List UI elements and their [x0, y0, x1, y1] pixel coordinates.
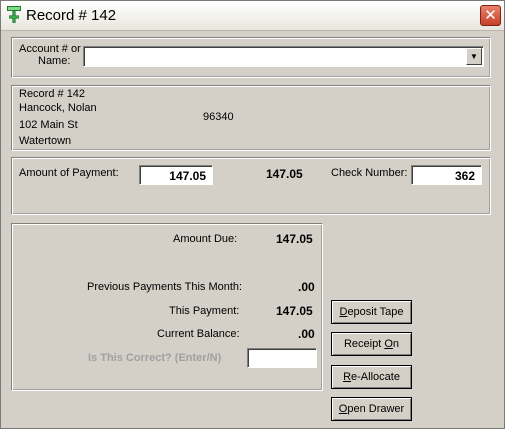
previous-payments-value: .00: [298, 280, 315, 294]
record-window: Record # 142 ✕ Account # or Name: ▼ Reco…: [0, 0, 505, 429]
account-combobox[interactable]: ▼: [83, 46, 484, 67]
dropdown-button[interactable]: ▼: [466, 48, 482, 65]
record-city: Watertown: [19, 135, 72, 147]
record-name: Hancock, Nolan: [19, 102, 97, 114]
amount-due-value: 147.05: [276, 232, 313, 246]
check-number-label: Check Number:: [331, 167, 408, 179]
this-payment-label: This Payment:: [169, 305, 240, 317]
open-drawer-button[interactable]: Open Drawer: [331, 397, 412, 421]
record-app-icon: [6, 6, 22, 24]
close-button[interactable]: ✕: [480, 5, 501, 26]
amount-due-label: Amount Due:: [173, 233, 238, 245]
record-number: Record # 142: [19, 88, 86, 100]
record-street: 102 Main St: [19, 119, 78, 131]
current-balance-value: .00: [298, 327, 315, 341]
chevron-down-icon: ▼: [470, 52, 478, 61]
amount-of-payment-input[interactable]: 147.05: [139, 165, 213, 185]
check-number-input[interactable]: 362: [411, 165, 482, 185]
account-label-line2: Name:: [38, 55, 71, 67]
confirm-input[interactable]: [247, 348, 317, 368]
amount-of-payment-display: 147.05: [266, 167, 303, 181]
window-title: Record # 142: [26, 7, 117, 24]
close-icon: ✕: [484, 6, 497, 24]
previous-payments-label: Previous Payments This Month:: [87, 281, 243, 293]
title-bar[interactable]: Record # 142 ✕: [1, 1, 504, 31]
record-zip: 96340: [203, 111, 234, 123]
this-payment-value: 147.05: [276, 304, 313, 318]
account-label-line1: Account # or: [19, 43, 81, 55]
re-allocate-button[interactable]: Re-Allocate: [331, 365, 412, 389]
current-balance-label: Current Balance:: [157, 328, 240, 340]
receipt-on-button[interactable]: Receipt On: [331, 332, 412, 356]
amount-of-payment-label: Amount of Payment:: [19, 167, 119, 179]
deposit-tape-button[interactable]: Deposit Tape: [331, 300, 412, 324]
confirm-label: Is This Correct? (Enter/N): [88, 352, 222, 364]
